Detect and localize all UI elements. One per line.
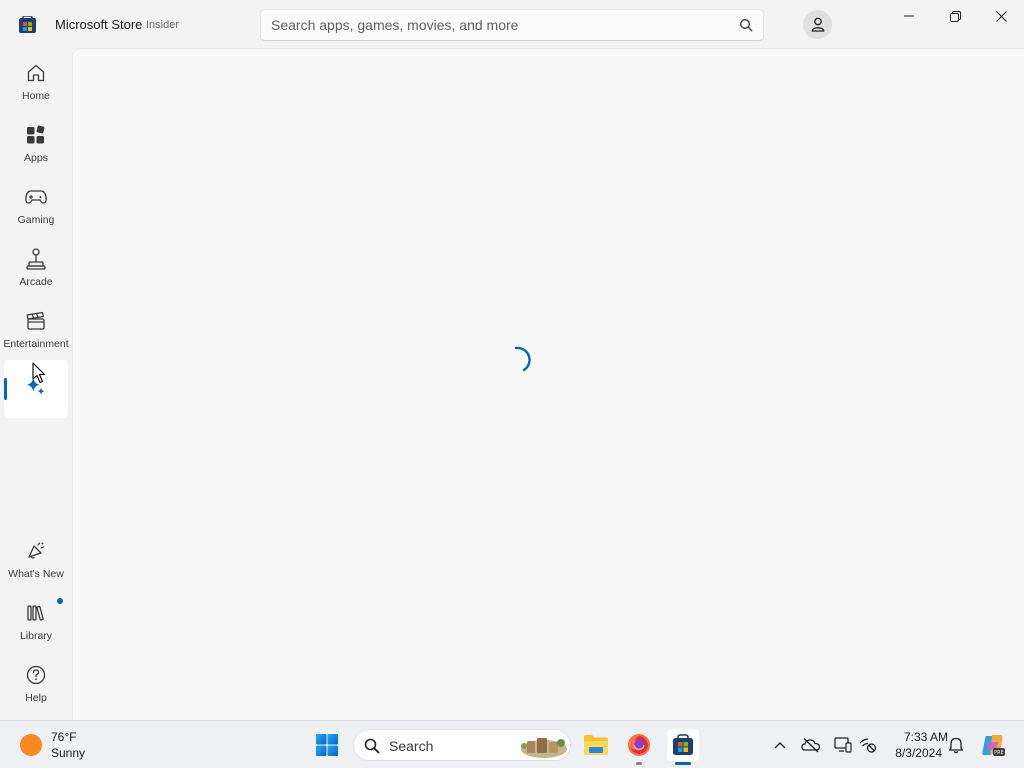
profile-button[interactable]: [803, 10, 832, 39]
insider-badge: Insider: [146, 19, 180, 31]
user-icon: [811, 17, 824, 32]
sidebar-item-label: Arcade: [19, 276, 53, 288]
selection-indicator: [4, 378, 7, 400]
apps-icon: [25, 124, 47, 146]
minimize-button[interactable]: [886, 0, 932, 32]
home-icon: [25, 62, 47, 84]
network-tray-button[interactable]: [858, 735, 878, 755]
taskbar-search[interactable]: Search: [353, 729, 571, 761]
title-bar: Microsoft Store Insider: [0, 0, 1024, 48]
library-icon: [25, 602, 47, 624]
search-input[interactable]: [271, 10, 721, 40]
restore-button[interactable]: [932, 0, 978, 32]
search-highlight-image: [521, 738, 567, 758]
sidebar-item-help[interactable]: Help: [4, 656, 68, 712]
start-button[interactable]: [311, 729, 343, 761]
close-icon: [995, 10, 1007, 22]
app-title: Microsoft Store: [55, 17, 143, 32]
sidebar-item-label: Library: [19, 630, 53, 642]
microsoft-store-logo-icon: [19, 16, 36, 33]
chevron-up-icon: [774, 742, 786, 749]
sidebar-item-label: Home: [21, 90, 50, 102]
sun-icon: [20, 734, 42, 756]
sidebar-item-gaming[interactable]: Gaming: [4, 178, 68, 234]
notifications-button[interactable]: [946, 735, 966, 755]
bell-icon: [948, 737, 964, 754]
search-icon: [364, 738, 380, 754]
sidebar-item-arcade[interactable]: Arcade: [4, 240, 68, 296]
onedrive-button[interactable]: [801, 735, 821, 755]
onedrive-offline-icon: [801, 738, 821, 753]
sidebar-item-library[interactable]: Library: [4, 594, 68, 650]
search-box[interactable]: [260, 9, 764, 41]
microsoft-store-taskbar-button[interactable]: [667, 729, 699, 761]
clapperboard-icon: [25, 310, 47, 332]
active-indicator: [675, 762, 691, 765]
minimize-icon: [904, 15, 914, 17]
sidebar-item-label: Help: [25, 692, 47, 704]
taskbar: 76°F Sunny Search 7:33 AM 8/3/2024 PRE: [0, 720, 1024, 768]
firefox-icon: [628, 734, 650, 756]
running-indicator: [636, 762, 642, 765]
copilot-icon: PRE: [982, 735, 1005, 756]
firefox-button[interactable]: [623, 729, 655, 761]
megaphone-icon: [25, 540, 47, 562]
weather-condition: Sunny: [51, 746, 86, 760]
search-icon[interactable]: [739, 18, 753, 32]
copilot-button[interactable]: PRE: [980, 732, 1006, 758]
sidebar-item-label: Gaming: [17, 214, 55, 226]
restore-icon: [949, 10, 961, 22]
sidebar-item-label: Apps: [24, 152, 48, 164]
start-icon: [316, 734, 338, 756]
network-icon: [859, 738, 877, 753]
clock-time[interactable]: 7:33 AM: [888, 730, 948, 744]
main-content: [72, 48, 1024, 720]
weather-temperature: 76°F: [51, 730, 77, 744]
sidebar-item-whats-new[interactable]: What's New: [4, 532, 68, 588]
svg-text:PRE: PRE: [994, 750, 1004, 756]
joystick-icon: [25, 248, 47, 270]
clock-date[interactable]: 8/3/2024: [888, 746, 942, 760]
sidebar-item-entertainment[interactable]: Entertainment: [3, 302, 69, 358]
file-explorer-icon: [584, 735, 608, 755]
sidebar-item-label: Entertainment: [3, 338, 69, 350]
close-button[interactable]: [978, 0, 1024, 32]
display-tray-button[interactable]: [833, 735, 853, 755]
file-explorer-button[interactable]: [580, 729, 612, 761]
mouse-cursor-icon: [32, 362, 46, 384]
taskbar-search-label: Search: [389, 738, 434, 754]
display-icon: [834, 737, 852, 753]
gamepad-icon: [25, 186, 47, 208]
sidebar-item-home[interactable]: Home: [4, 54, 68, 110]
sidebar-item-label: What's New: [8, 568, 64, 580]
spinner-icon: [514, 346, 531, 372]
show-hidden-icons-button[interactable]: [770, 735, 790, 755]
navigation-sidebar: Home Apps Gaming Arcade Entertainment Wh…: [0, 48, 72, 720]
microsoft-store-icon: [673, 734, 693, 755]
notification-dot: [57, 598, 63, 604]
sidebar-item-apps[interactable]: Apps: [4, 116, 68, 172]
help-icon: [25, 664, 47, 686]
